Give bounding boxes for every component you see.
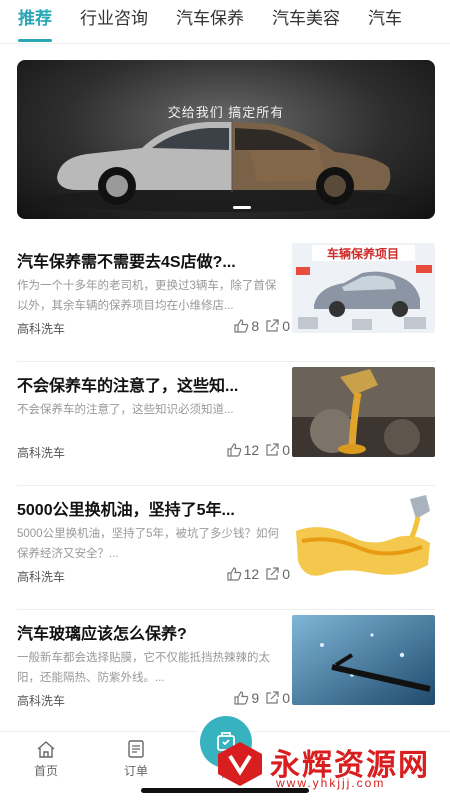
share-icon (266, 691, 279, 704)
like-stat[interactable]: 9 (234, 690, 259, 706)
share-icon (266, 443, 279, 456)
tab-industry-news[interactable]: 行业咨询 (66, 0, 162, 43)
home-indicator (141, 788, 309, 793)
nav-home[interactable]: 首页 (16, 740, 76, 779)
article-thumbnail (292, 615, 435, 705)
order-list-icon (128, 740, 144, 758)
article-thumbnail (292, 367, 435, 457)
article-source: 高科洗车 (17, 694, 66, 708)
nav-orders-label: 订单 (123, 764, 148, 778)
article-thumbnail: 车辆保养项目 (292, 243, 435, 333)
article-stats: 12 0 (227, 442, 290, 458)
category-tabs: 推荐 行业咨询 汽车保养 汽车美容 汽车 (0, 0, 450, 44)
thumbs-up-icon (234, 319, 249, 333)
watermark: 永辉资源网 www.yhkjjj.com (210, 736, 450, 794)
like-stat[interactable]: 8 (234, 318, 259, 334)
nav-home-label: 首页 (33, 764, 58, 778)
share-icon (266, 319, 279, 332)
share-stat[interactable]: 0 (265, 566, 290, 582)
car-illustration (37, 120, 417, 212)
like-stat[interactable]: 12 (227, 442, 260, 458)
share-count: 0 (282, 690, 290, 706)
like-count: 8 (251, 318, 260, 334)
thumbs-up-icon (227, 567, 241, 581)
like-count: 9 (251, 690, 260, 706)
share-stat[interactable]: 0 (265, 442, 290, 458)
thumbs-up-icon (227, 443, 241, 457)
share-icon (266, 567, 279, 580)
carousel-indicator (233, 206, 251, 209)
article-title: 不会保养车的注意了，这些知... (17, 378, 239, 395)
home-icon (37, 741, 55, 758)
article-summary: 一般新车都会选择贴膜，它不仅能抵挡热辣辣的太阳，还能隔热、防紫外线。... (17, 652, 270, 684)
share-count: 0 (282, 318, 290, 334)
tab-car-more[interactable]: 汽车 (354, 0, 416, 43)
tab-recommend[interactable]: 推荐 (0, 0, 66, 43)
share-count: 0 (282, 442, 290, 458)
article-stats: 12 0 (227, 566, 290, 582)
like-stat[interactable]: 12 (227, 566, 260, 582)
article-title: 汽车玻璃应该怎么保养? (17, 626, 187, 643)
article-card[interactable]: 5000公里换机油，坚持了5年... 5000公里换机油，坚持了5年，被坑了多少… (17, 488, 435, 610)
article-thumbnail (292, 491, 435, 581)
article-source: 高科洗车 (17, 570, 66, 584)
article-card[interactable]: 汽车保养需不需要去4S店做?... 作为一个十多年的老司机，更换过3辆车，除了首… (17, 240, 435, 362)
article-summary: 不会保养车的注意了，这些知识必须知道... (17, 404, 234, 416)
share-stat[interactable]: 0 (265, 690, 290, 706)
watermark-logo-icon (218, 742, 262, 786)
tab-car-beauty[interactable]: 汽车美容 (258, 0, 354, 43)
article-stats: 8 0 (234, 318, 290, 334)
share-count: 0 (282, 566, 290, 582)
thumbs-up-icon (234, 691, 249, 705)
article-title: 汽车保养需不需要去4S店做?... (17, 254, 236, 271)
thumb-caption: 车辆保养项目 (327, 246, 399, 261)
nav-orders[interactable]: 订单 (106, 740, 166, 779)
article-summary: 作为一个十多年的老司机，更换过3辆车，除了首保以外，其余车辆的保养项目均在小维修… (17, 280, 277, 312)
banner-slogan: 交给我们 搞定所有 (167, 105, 285, 120)
tab-car-maintenance[interactable]: 汽车保养 (162, 0, 258, 43)
like-count: 12 (243, 566, 260, 582)
like-count: 12 (243, 442, 260, 458)
article-source: 高科洗车 (17, 322, 66, 336)
article-summary: 5000公里换机油，坚持了5年，被坑了多少钱？如何保养经济又安全？... (17, 528, 279, 560)
promo-banner[interactable]: 交给我们 搞定所有 (17, 60, 435, 219)
article-title: 5000公里换机油，坚持了5年... (17, 502, 235, 519)
article-source: 高科洗车 (17, 446, 66, 460)
share-stat[interactable]: 0 (265, 318, 290, 334)
article-card[interactable]: 不会保养车的注意了，这些知... 不会保养车的注意了，这些知识必须知道... 高… (17, 364, 435, 486)
article-stats: 9 0 (234, 690, 290, 706)
